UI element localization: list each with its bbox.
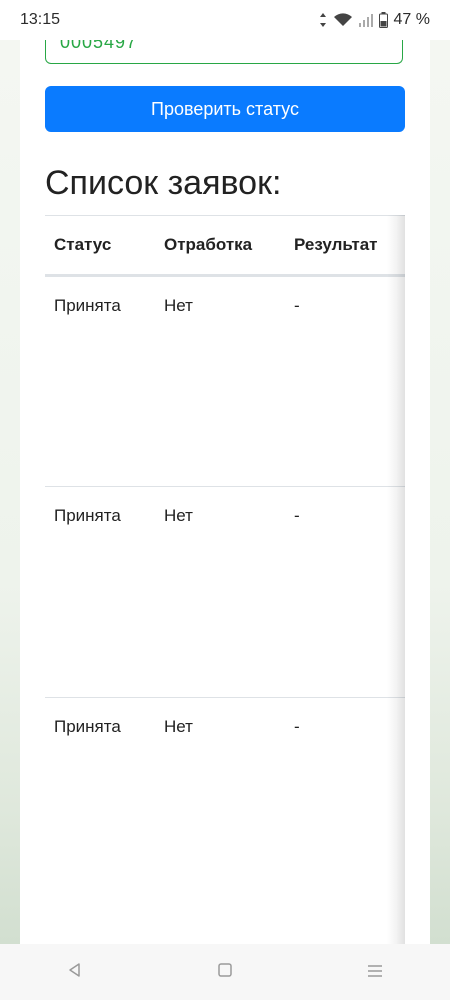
table-header-row: Статус Отработка Результат xyxy=(45,215,405,277)
battery-icon xyxy=(378,12,388,28)
cell-processing: Нет xyxy=(155,697,285,909)
cell-result: - xyxy=(285,697,405,909)
home-icon xyxy=(217,962,233,983)
applications-table-container[interactable]: Статус Отработка Результат Принята Нет -… xyxy=(45,215,405,944)
column-header-status: Статус xyxy=(45,215,155,277)
cell-result: - xyxy=(294,296,300,315)
table-row: Принята Нет - xyxy=(45,697,405,909)
data-arrows-icon xyxy=(319,13,327,27)
background-left xyxy=(0,40,20,944)
wifi-icon xyxy=(333,13,353,27)
navigation-bar xyxy=(0,944,450,1000)
list-title: Список заявок: xyxy=(45,164,282,202)
status-indicators: 47 % xyxy=(319,11,430,29)
battery-percent: 47 % xyxy=(393,11,430,28)
cell-result: - xyxy=(285,486,405,698)
signal-icon xyxy=(358,13,373,27)
cell-status: Принята xyxy=(45,697,155,909)
back-icon xyxy=(67,962,83,983)
table-row: Принята Нет - xyxy=(45,486,405,698)
application-code-field[interactable]: 0005497 xyxy=(45,40,403,64)
recent-apps-button[interactable] xyxy=(345,952,405,992)
table-row: Принята Нет - xyxy=(45,276,405,487)
cell-status: Принята xyxy=(45,486,155,698)
cell-status: Принята xyxy=(54,296,121,315)
back-button[interactable] xyxy=(45,952,105,992)
cell-processing: Нет xyxy=(155,486,285,698)
application-code-value: 0005497 xyxy=(60,40,138,52)
cell-processing: Нет xyxy=(164,296,193,315)
recent-apps-icon xyxy=(367,962,383,983)
status-time: 13:15 xyxy=(20,11,61,28)
home-button[interactable] xyxy=(195,952,255,992)
background-right xyxy=(430,40,450,944)
check-status-button[interactable]: Проверить статус xyxy=(45,86,405,132)
status-bar: 13:15 47 % xyxy=(0,0,450,40)
applications-table: Статус Отработка Результат Принята Нет -… xyxy=(45,215,405,909)
content-card: 0005497 Проверить статус Список заявок: … xyxy=(20,40,430,944)
column-header-processing: Отработка xyxy=(155,215,285,277)
column-header-result: Результат xyxy=(285,215,405,277)
